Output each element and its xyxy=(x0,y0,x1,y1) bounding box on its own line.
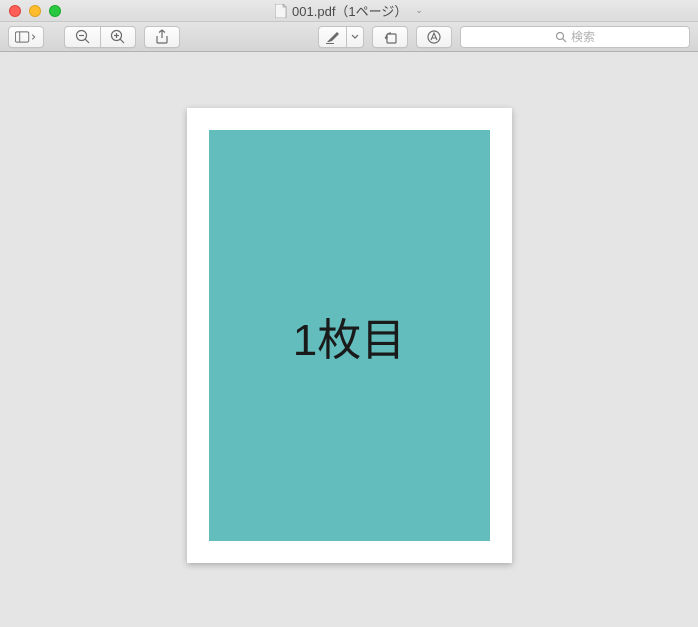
chevron-down-icon: ⌄ xyxy=(415,5,423,16)
highlight-dropdown xyxy=(318,26,364,48)
toolbar: 検索 xyxy=(0,22,698,52)
highlight-button[interactable] xyxy=(318,26,346,48)
highlight-icon xyxy=(325,30,341,44)
maximize-button[interactable] xyxy=(49,5,61,17)
titlebar: 001.pdf（1ページ） ⌄ xyxy=(0,0,698,22)
zoom-out-button[interactable] xyxy=(64,26,100,48)
markup-icon xyxy=(426,29,442,45)
share-icon xyxy=(155,29,169,45)
search-icon xyxy=(555,31,567,43)
rotate-button[interactable] xyxy=(372,26,408,48)
page-text: 1枚目 xyxy=(293,304,405,368)
zoom-in-icon xyxy=(110,29,126,45)
share-button[interactable] xyxy=(144,26,180,48)
window-title: 001.pdf（1ページ） xyxy=(292,1,407,20)
close-button[interactable] xyxy=(9,5,21,17)
sidebar-toggle-button[interactable] xyxy=(8,26,44,48)
document-canvas[interactable]: 1枚目 xyxy=(0,52,698,627)
chevron-down-icon xyxy=(351,34,359,40)
page-content-area: 1枚目 xyxy=(209,130,490,541)
sidebar-icon xyxy=(15,30,37,44)
zoom-out-icon xyxy=(75,29,91,45)
highlight-menu-button[interactable] xyxy=(346,26,364,48)
zoom-in-button[interactable] xyxy=(100,26,136,48)
document-icon xyxy=(275,4,287,18)
markup-button[interactable] xyxy=(416,26,452,48)
window-controls xyxy=(9,5,61,17)
search-field[interactable]: 検索 xyxy=(460,26,690,48)
zoom-controls xyxy=(64,26,136,48)
window-title-group[interactable]: 001.pdf（1ページ） ⌄ xyxy=(275,1,423,20)
rotate-icon xyxy=(382,30,398,44)
search-placeholder: 検索 xyxy=(571,28,595,45)
minimize-button[interactable] xyxy=(29,5,41,17)
pdf-page: 1枚目 xyxy=(187,108,512,563)
